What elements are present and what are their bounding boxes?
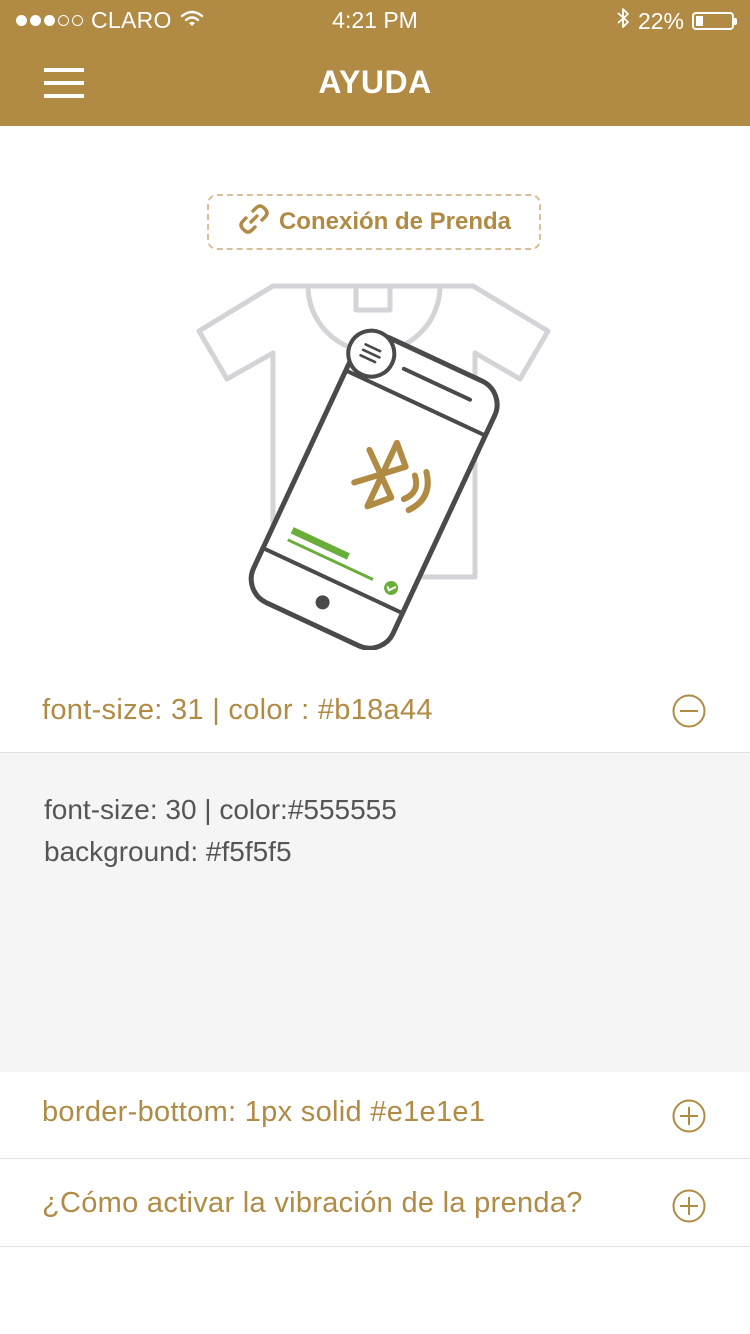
status-right: 22% [616, 7, 737, 35]
phone-illustration [248, 328, 500, 651]
plus-circle-icon[interactable] [672, 1099, 706, 1133]
garment-connection-button[interactable]: Conexión de Prenda [207, 194, 541, 250]
phone-garment-illustration [185, 270, 565, 651]
garment-connection-label: Conexión de Prenda [278, 208, 512, 235]
faq-item-1-answer-line-1: font-size: 30 | color:#555555 [44, 794, 397, 825]
battery-percent: 22% [637, 7, 684, 34]
minus-circle-icon[interactable] [672, 694, 706, 728]
plus-circle-icon[interactable] [672, 1189, 706, 1223]
faq-item-2-title: border-bottom: 1px solid #e1e1e1 [42, 1096, 486, 1128]
faq-item-1-body: font-size: 30 | color:#555555 background… [0, 753, 750, 1072]
faq-item-1-answer: font-size: 30 | color:#555555 background… [44, 789, 397, 873]
faq-item-2-header[interactable]: border-bottom: 1px solid #e1e1e1 [0, 1072, 750, 1159]
faq-item-3-header[interactable]: ¿Cómo activar la vibración de la prenda? [0, 1159, 750, 1247]
faq-item-1-answer-line-2: background: #f5f5f5 [44, 836, 292, 867]
status-bar: CLARO 4:21 PM 22% [0, 0, 750, 40]
bluetooth-icon [616, 7, 630, 35]
faq-item-3-title: ¿Cómo activar la vibración de la prenda? [42, 1187, 583, 1219]
battery-level [696, 16, 703, 26]
page-title: AYUDA [318, 64, 432, 100]
faq-item-1-title: font-size: 31 | color : #b18a44 [42, 694, 433, 726]
app-header: CLARO 4:21 PM 22% AYUDA [0, 0, 750, 126]
faq-item-1-header[interactable]: font-size: 31 | color : #b18a44 [0, 670, 750, 753]
link-icon [237, 202, 271, 243]
battery-icon [692, 12, 737, 30]
